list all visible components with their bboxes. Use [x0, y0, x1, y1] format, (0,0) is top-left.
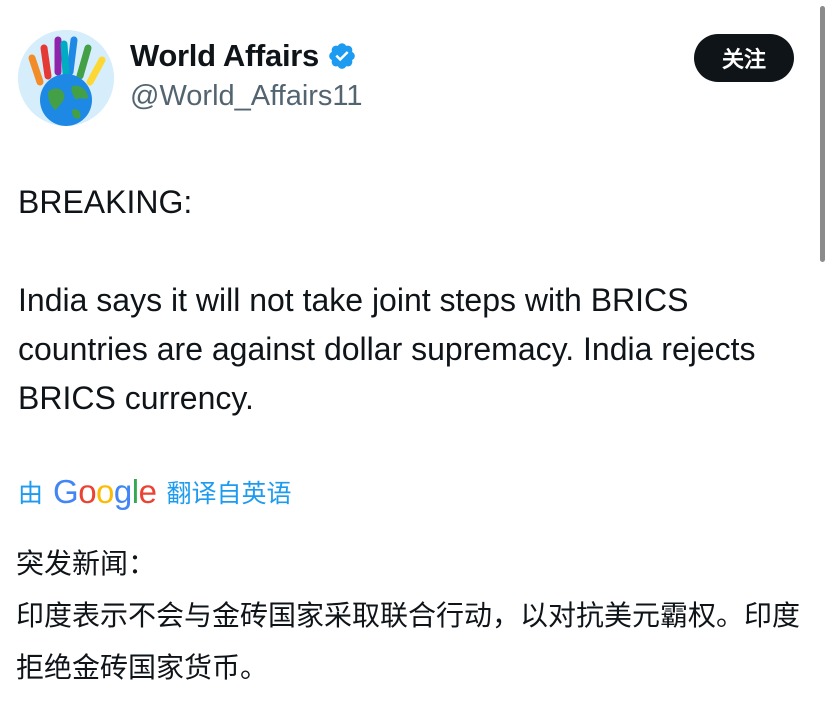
tweet-text-line: India says it will not take joint steps … — [18, 282, 756, 416]
avatar[interactable] — [18, 30, 114, 126]
tweet-text-line: BREAKING: — [18, 184, 193, 220]
globe-hands-icon — [18, 30, 114, 126]
translated-text-line: 印度表示不会与金砖国家采取联合行动，以对抗美元霸权。印度拒绝金砖国家货币。 — [16, 599, 801, 684]
display-name-text[interactable]: World Affairs — [130, 38, 319, 74]
google-logo: Google — [53, 473, 157, 510]
translated-text-line: 突发新闻： — [16, 547, 157, 580]
author-handle[interactable]: @World_Affairs11 — [130, 80, 363, 113]
follow-button[interactable]: 关注 — [694, 34, 794, 82]
translation-suffix[interactable]: 翻译自英语 — [166, 474, 291, 510]
tweet-text: BREAKING: India says it will not take jo… — [18, 178, 808, 423]
translation-prefix: 由 — [18, 479, 44, 508]
translated-text: 突发新闻： 印度表示不会与金砖国家采取联合行动，以对抗美元霸权。印度拒绝金砖国家… — [16, 538, 806, 694]
tweet-view: World Affairs @World_Affairs11 关注 BREAKI… — [0, 0, 828, 714]
author-display-name[interactable]: World Affairs — [130, 38, 357, 74]
translation-attribution[interactable]: 由 Google 翻译自英语 — [18, 470, 291, 514]
verified-badge-icon[interactable] — [327, 41, 357, 71]
scrollbar[interactable] — [820, 6, 825, 262]
